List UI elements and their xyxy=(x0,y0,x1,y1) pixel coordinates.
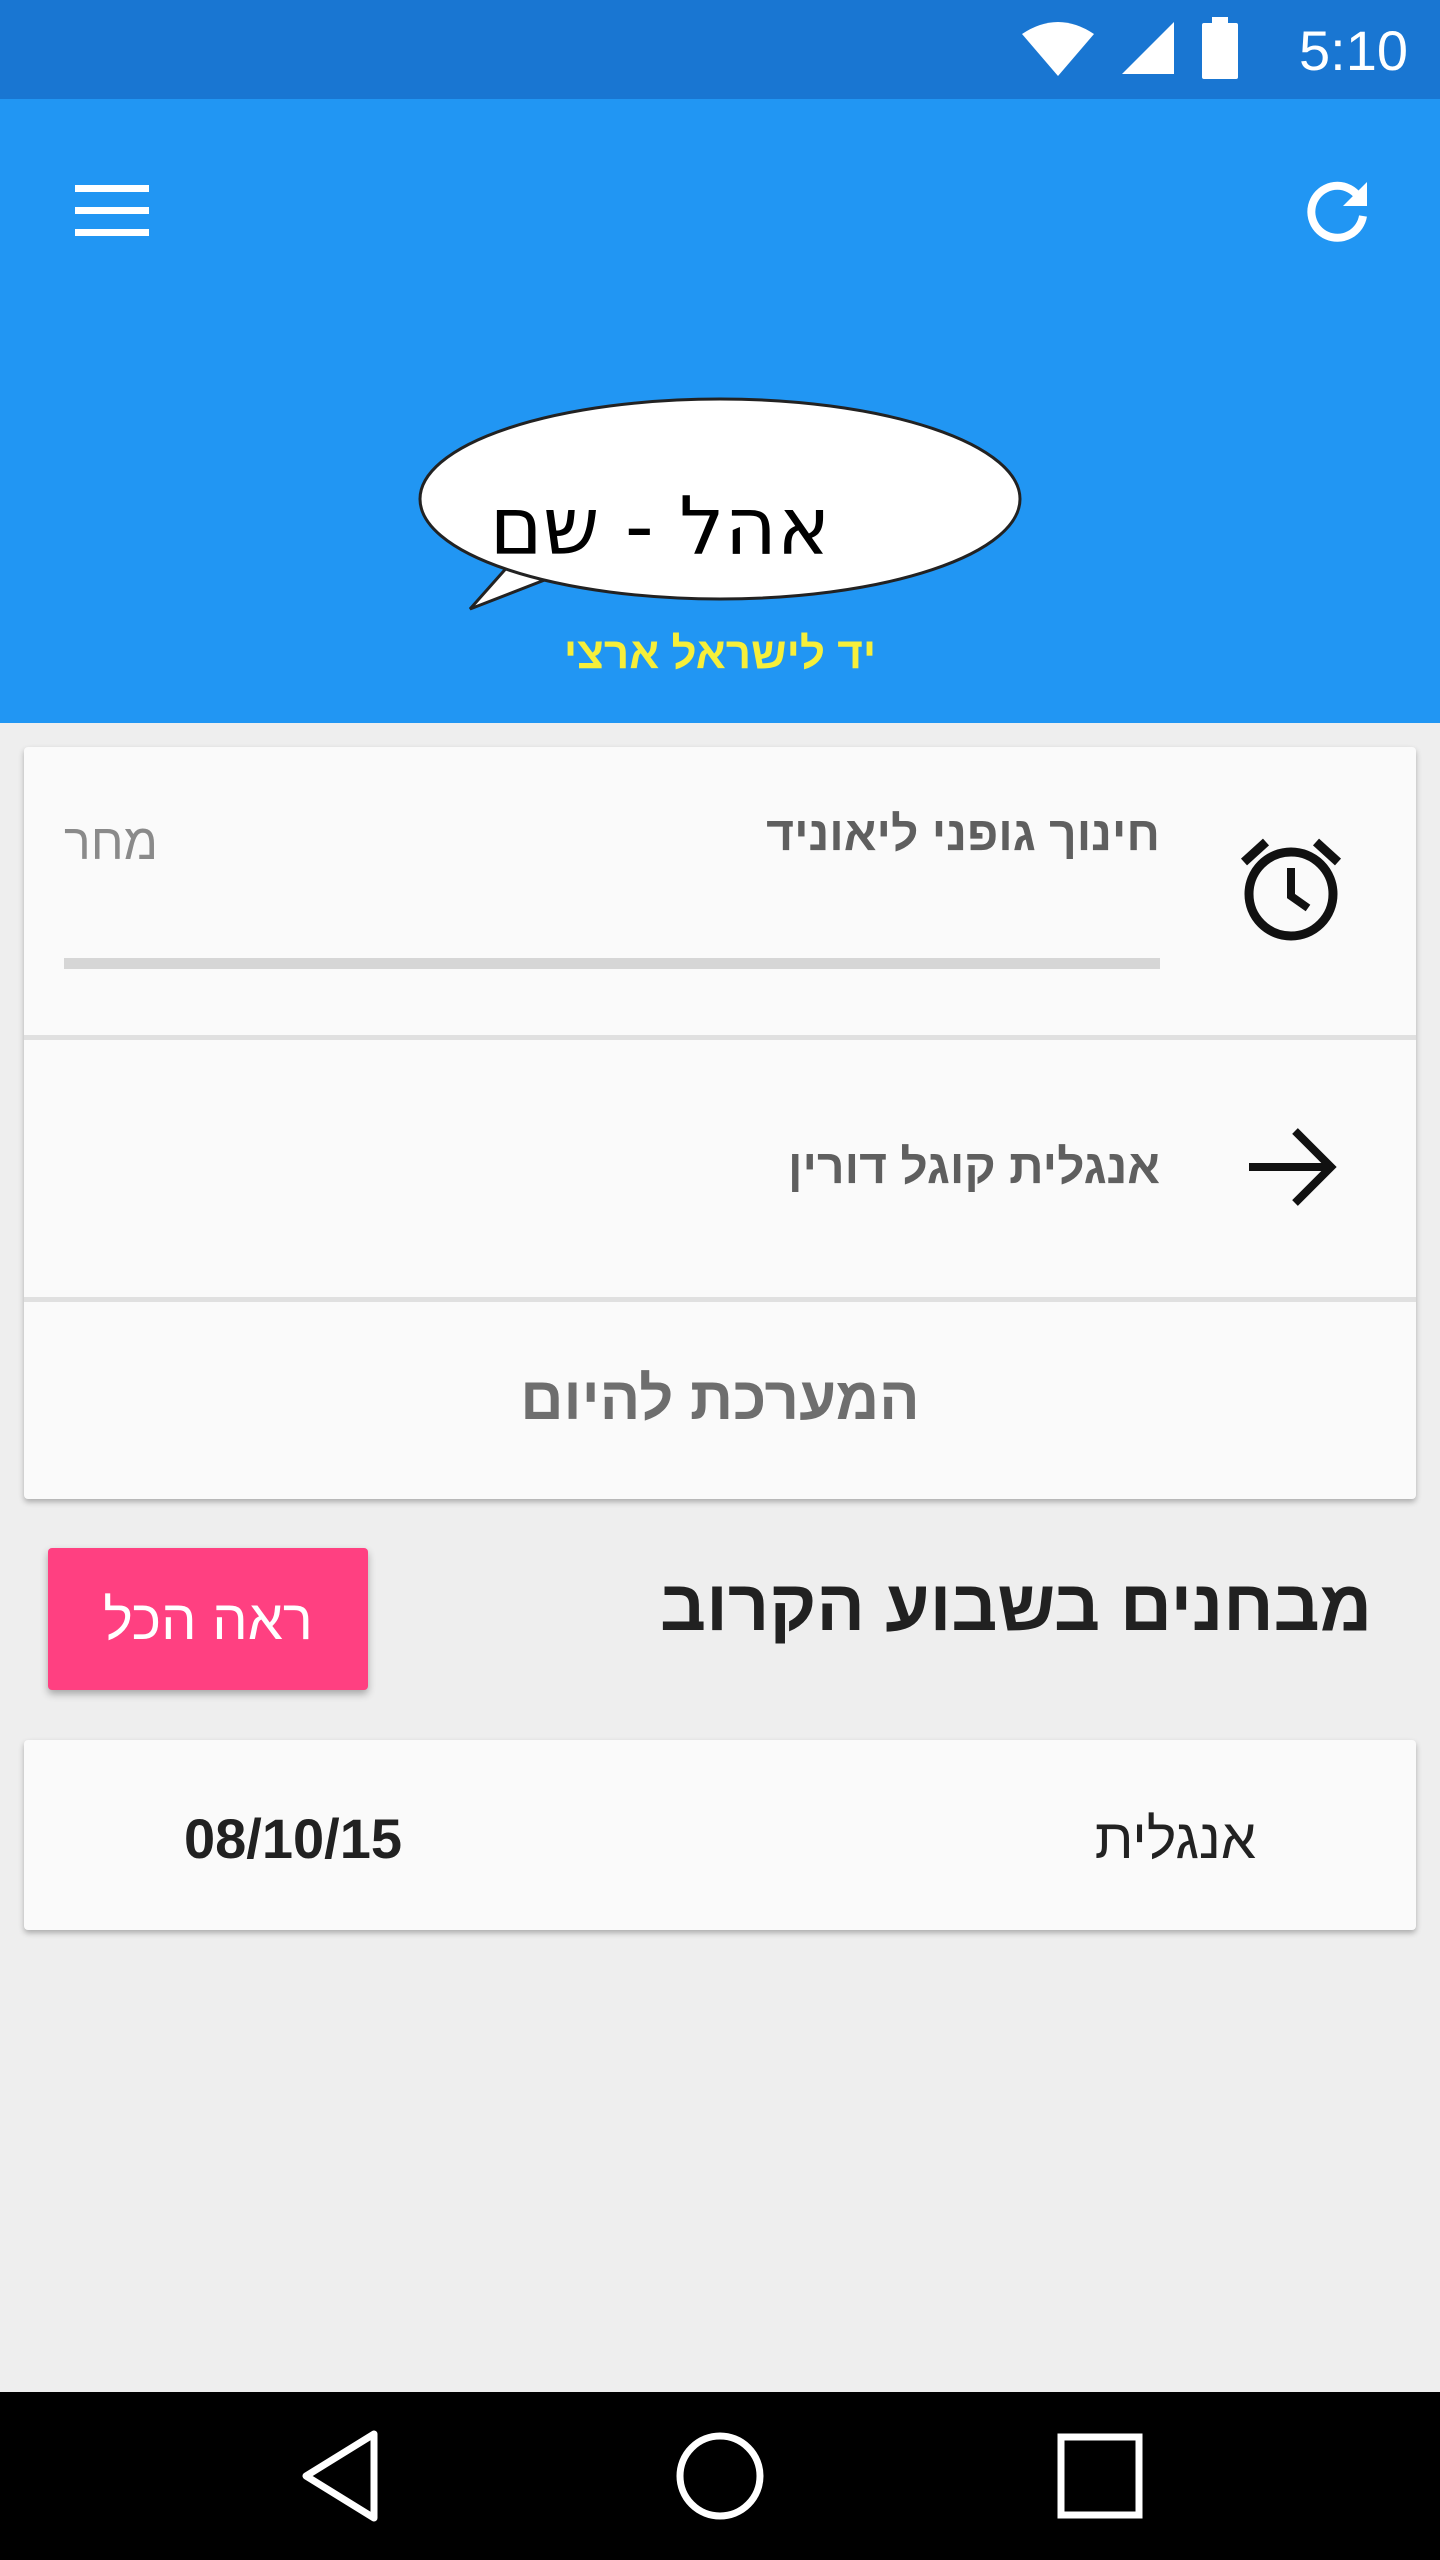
navigation-bar xyxy=(0,2392,1440,2560)
logo: אהל - שם xyxy=(410,379,1030,779)
wifi-icon xyxy=(1020,18,1096,83)
today-schedule-title: המערכת להיום xyxy=(520,1365,920,1432)
status-time: 5:10 xyxy=(1299,19,1408,82)
arrow-forward-icon xyxy=(1236,1112,1346,1222)
back-triangle-icon[interactable] xyxy=(270,2412,410,2540)
current-lesson-name: חינוך גופני ליאוניד xyxy=(766,808,1160,861)
exams-card: אנגלית 08/10/15 xyxy=(24,1740,1416,1930)
status-icons xyxy=(1020,16,1240,84)
app-bar: אהל - שם יד לישראל ארצי xyxy=(0,99,1440,723)
battery-icon xyxy=(1200,16,1240,84)
next-lesson-row[interactable]: אנגלית קוגל דורין xyxy=(24,1040,1416,1297)
logo-tagline: יד לישראל ארצי xyxy=(563,629,877,678)
signal-icon xyxy=(1120,20,1176,81)
see-all-button[interactable]: ראה הכל xyxy=(48,1548,368,1690)
refresh-icon[interactable] xyxy=(1288,167,1388,255)
logo-text: אהל - שם xyxy=(490,480,831,573)
lesson-progress-bar xyxy=(64,958,1160,969)
recents-square-icon[interactable] xyxy=(1030,2412,1170,2540)
exams-section-title: מבחנים בשבוע הקרוב xyxy=(660,1566,1372,1646)
next-lesson-name: אנגלית קוגל דורין xyxy=(788,1141,1160,1194)
exam-subject: אנגלית xyxy=(1094,1807,1256,1870)
today-schedule-footer[interactable]: המערכת להיום xyxy=(24,1302,1416,1499)
today-schedule-card: חינוך גופני ליאוניד מחר אנגלית קוגל דורי… xyxy=(24,747,1416,1499)
exam-date: 08/10/15 xyxy=(184,1807,402,1870)
status-bar: 5:10 xyxy=(0,0,1440,99)
next-day-label: מחר xyxy=(64,814,158,870)
current-lesson-row[interactable]: חינוך גופני ליאוניד מחר xyxy=(24,747,1416,1035)
menu-icon[interactable] xyxy=(62,171,162,251)
alarm-clock-icon xyxy=(1236,834,1346,944)
home-circle-icon[interactable] xyxy=(650,2412,790,2540)
